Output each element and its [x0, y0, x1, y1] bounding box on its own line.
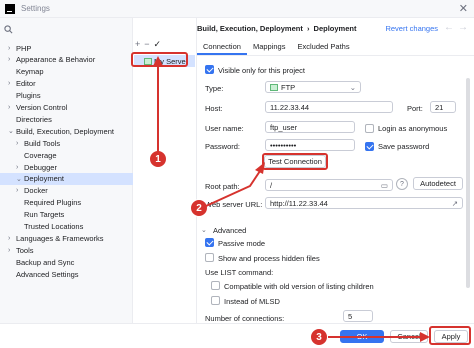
annotation-arrowhead-1 [153, 56, 163, 66]
annotation-arrow-2 [205, 167, 263, 207]
annotation-arrowhead-3 [420, 332, 430, 342]
annotation-arrowhead-2 [255, 162, 265, 174]
annotation-arrows [153, 56, 430, 342]
